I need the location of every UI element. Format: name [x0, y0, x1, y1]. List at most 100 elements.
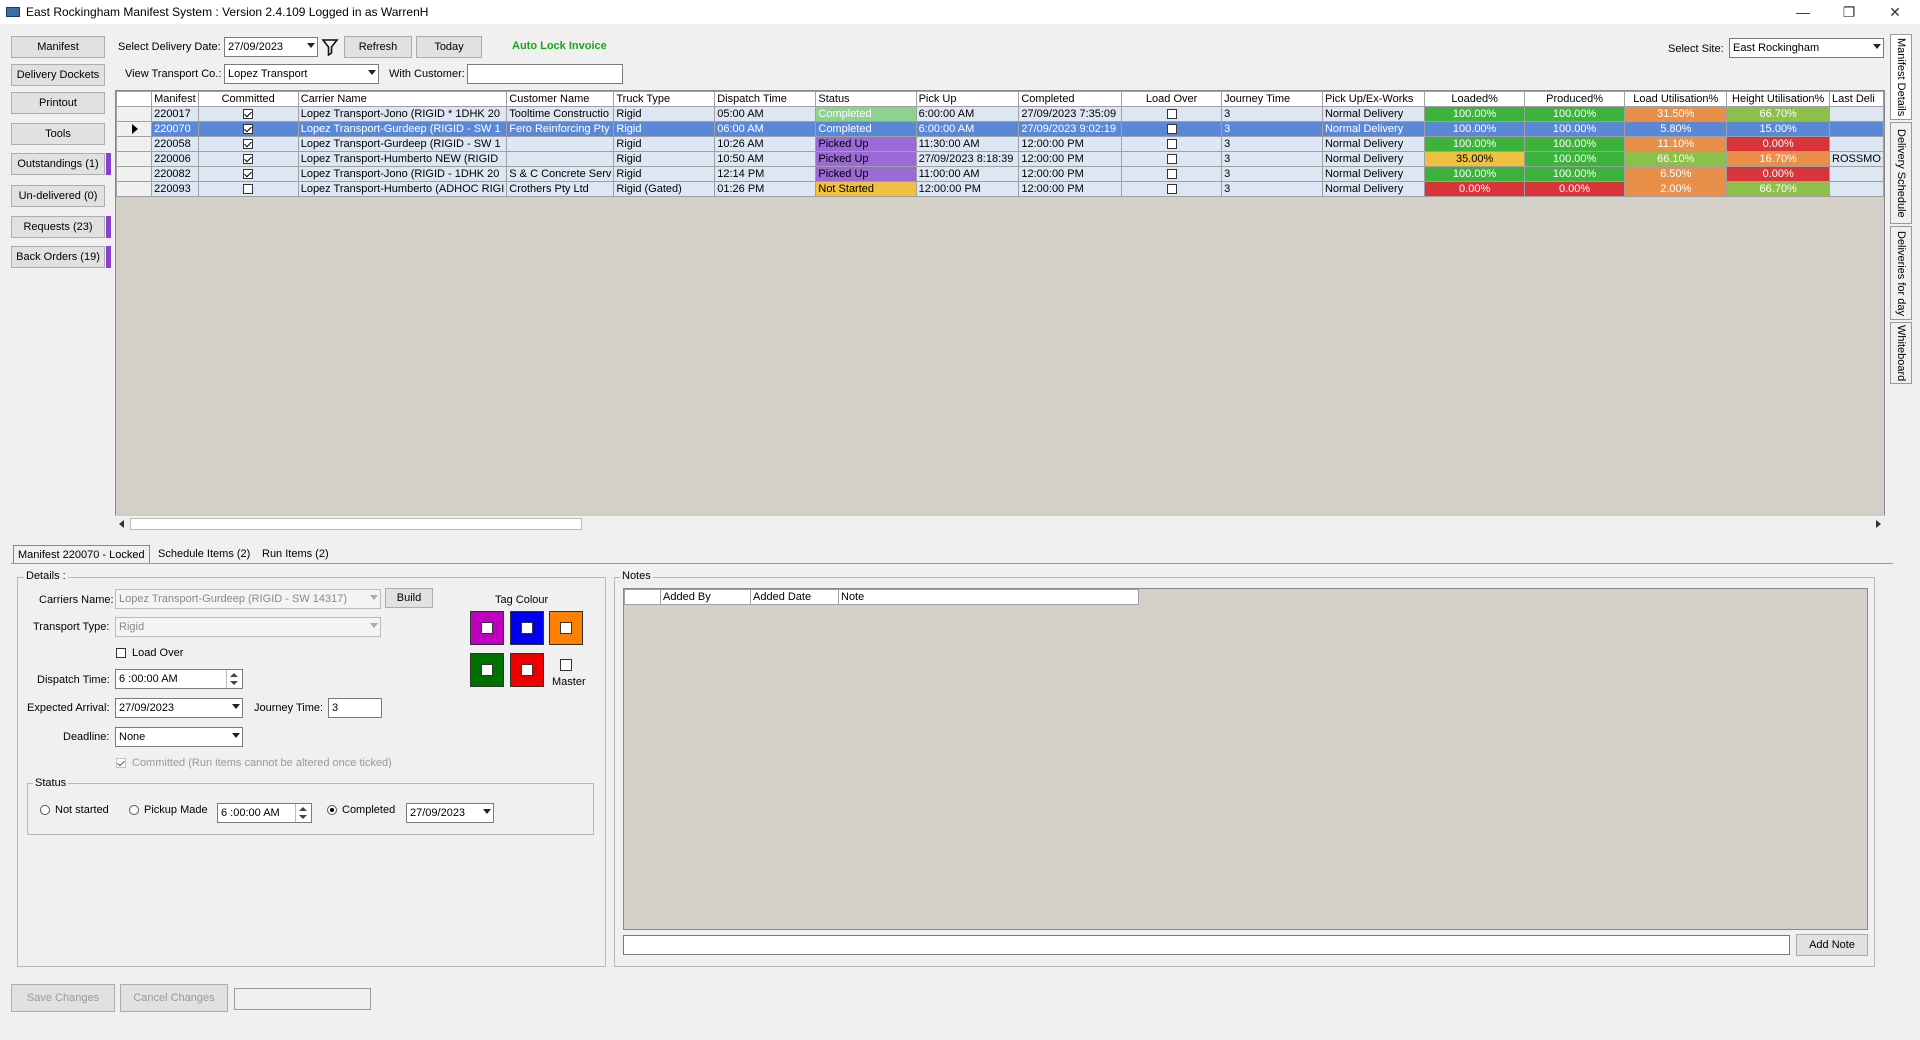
col-header-loaded[interactable]: Loaded% [1424, 91, 1525, 107]
cell-status[interactable]: Not Started [815, 181, 917, 197]
cell-dispatch[interactable]: 12:14 PM [714, 166, 817, 182]
cell-dispatch[interactable]: 05:00 AM [714, 106, 817, 122]
cell-pickup[interactable]: 11:00:00 AM [915, 166, 1020, 182]
delivery-date-picker[interactable]: 27/09/2023 [224, 37, 318, 57]
radio-pickup-made[interactable] [129, 805, 139, 815]
cell-manifest[interactable]: 220093 [151, 181, 199, 197]
col-header-last-delivery[interactable]: Last Deli [1829, 91, 1884, 107]
cell-journey[interactable]: 3 [1221, 166, 1323, 182]
cell-loaded[interactable]: 100.00% [1424, 121, 1525, 137]
col-header-produced[interactable]: Produced% [1523, 91, 1626, 107]
load-over-checkbox-cell[interactable] [1166, 154, 1177, 165]
col-header-truck-type[interactable]: Truck Type [613, 91, 716, 107]
tab-run-items[interactable]: Run Items (2) [258, 545, 333, 563]
tab-whiteboard[interactable]: Whiteboard [1890, 322, 1912, 384]
col-header-status[interactable]: Status [815, 91, 917, 107]
cell-pickup-type[interactable]: Normal Delivery [1321, 121, 1426, 137]
minimize-button[interactable]: — [1780, 0, 1826, 24]
radio-not-started[interactable] [40, 805, 50, 815]
cell-pickup[interactable]: 6:00:00 AM [915, 121, 1020, 137]
cell-height-util[interactable]: 66.70% [1726, 106, 1830, 122]
cell-pickup[interactable]: 27/09/2023 8:18:39 [915, 151, 1020, 167]
cell-load-util[interactable]: 11.10% [1624, 136, 1728, 152]
chevron-down-icon[interactable] [478, 804, 493, 822]
manifest-button[interactable]: Manifest [11, 36, 105, 58]
cell-carrier[interactable]: Lopez Transport-Jono (RIGID * 1DHK 20 [297, 106, 508, 122]
cell-load-util[interactable]: 31.50% [1624, 106, 1728, 122]
cell-committed[interactable] [197, 151, 299, 167]
filter-icon[interactable] [321, 37, 339, 57]
transport-type-select[interactable]: Rigid [115, 617, 381, 637]
cell-height-util[interactable]: 15.00% [1726, 121, 1830, 137]
row-header[interactable] [116, 136, 153, 152]
cell-last[interactable] [1829, 106, 1884, 122]
cell-carrier[interactable]: Lopez Transport-Gurdeep (RIGID - SW 1 [297, 121, 508, 137]
cell-customer[interactable] [506, 136, 615, 152]
tag-colour-green[interactable] [470, 653, 504, 687]
requests-button[interactable]: Requests (23) [11, 216, 105, 238]
col-header-pick-up[interactable]: Pick Up [915, 91, 1020, 107]
dispatch-time-spinner[interactable]: 6 :00:00 AM [115, 669, 243, 689]
grid-horizontal-scrollbar[interactable] [115, 515, 1885, 532]
cell-produced[interactable]: 100.00% [1523, 136, 1626, 152]
with-customer-input[interactable] [467, 64, 623, 84]
row-header[interactable] [116, 151, 153, 167]
cell-last[interactable] [1829, 136, 1884, 152]
site-select[interactable]: East Rockingham [1729, 38, 1884, 58]
cell-pickup[interactable]: 11:30:00 AM [915, 136, 1020, 152]
table-row[interactable]: 220017 Lopez Transport-Jono (RIGID * 1DHK… [116, 106, 1884, 122]
cell-customer[interactable]: Tooltime Constructio [506, 106, 615, 122]
cell-dispatch[interactable]: 01:26 PM [714, 181, 817, 197]
status-completed-radio[interactable]: Completed [327, 804, 395, 816]
load-over-checkbox-cell[interactable] [1166, 139, 1177, 150]
cell-completed[interactable]: 12:00:00 PM [1018, 181, 1123, 197]
tab-manifest-locked[interactable]: Manifest 220070 - Locked [13, 545, 150, 563]
pickup-time-spinner[interactable]: 6 :00:00 AM [217, 803, 312, 823]
cell-carrier[interactable]: Lopez Transport-Jono (RIGID - 1DHK 20 [297, 166, 508, 182]
status-pickup-made-radio[interactable]: Pickup Made [129, 804, 208, 816]
chevron-down-icon[interactable] [227, 728, 242, 746]
outstandings-button[interactable]: Outstandings (1) [11, 153, 105, 175]
close-button[interactable]: ✕ [1872, 0, 1918, 24]
cell-loaded[interactable]: 100.00% [1424, 166, 1525, 182]
col-header-carrier[interactable]: Carrier Name [297, 91, 508, 107]
table-row[interactable]: 220070 Lopez Transport-Gurdeep (RIGID - S… [116, 121, 1884, 137]
back-orders-button[interactable]: Back Orders (19) [11, 246, 105, 268]
cell-pickup-type[interactable]: Normal Delivery [1321, 166, 1426, 182]
tag-colour-orange[interactable] [549, 611, 583, 645]
table-row[interactable]: 220082 Lopez Transport-Jono (RIGID - 1DHK… [116, 166, 1884, 182]
load-over-checkbox-cell[interactable] [1166, 184, 1177, 195]
chevron-down-icon[interactable] [363, 65, 378, 83]
cell-truck[interactable]: Rigid [613, 151, 716, 167]
cell-last[interactable] [1829, 181, 1884, 197]
cell-dispatch[interactable]: 06:00 AM [714, 121, 817, 137]
cell-committed[interactable] [197, 136, 299, 152]
cell-truck[interactable]: Rigid [613, 121, 716, 137]
add-note-button[interactable]: Add Note [1796, 934, 1868, 956]
chevron-down-icon[interactable] [1868, 39, 1883, 57]
cell-committed[interactable] [197, 106, 299, 122]
cell-customer[interactable] [506, 151, 615, 167]
cell-last[interactable] [1829, 121, 1884, 137]
cell-loaded[interactable]: 0.00% [1424, 181, 1525, 197]
build-button[interactable]: Build [385, 588, 433, 608]
cell-completed[interactable]: 27/09/2023 9:02:19 [1018, 121, 1123, 137]
table-row[interactable]: 220093 Lopez Transport-Humberto (ADHOC RI… [116, 181, 1884, 197]
committed-checkbox[interactable]: Committed (Run items cannot be altered o… [116, 757, 392, 769]
restore-button[interactable]: ❐ [1826, 0, 1872, 24]
cell-height-util[interactable]: 0.00% [1726, 166, 1830, 182]
cell-load-util[interactable]: 5.80% [1624, 121, 1728, 137]
cell-manifest[interactable]: 220006 [151, 151, 199, 167]
tools-button[interactable]: Tools [11, 123, 105, 145]
committed-checkbox-cell[interactable] [243, 109, 254, 120]
cell-produced[interactable]: 100.00% [1523, 151, 1626, 167]
cell-manifest[interactable]: 220058 [151, 136, 199, 152]
cell-produced[interactable]: 100.00% [1523, 106, 1626, 122]
cell-produced[interactable]: 100.00% [1523, 121, 1626, 137]
committed-checkbox-cell[interactable] [243, 184, 254, 195]
scroll-left-icon[interactable] [119, 520, 124, 528]
radio-completed[interactable] [327, 805, 337, 815]
transport-select[interactable]: Lopez Transport [224, 64, 379, 84]
cell-load-over[interactable] [1121, 106, 1223, 122]
notes-col-added-date[interactable]: Added Date [750, 589, 839, 605]
